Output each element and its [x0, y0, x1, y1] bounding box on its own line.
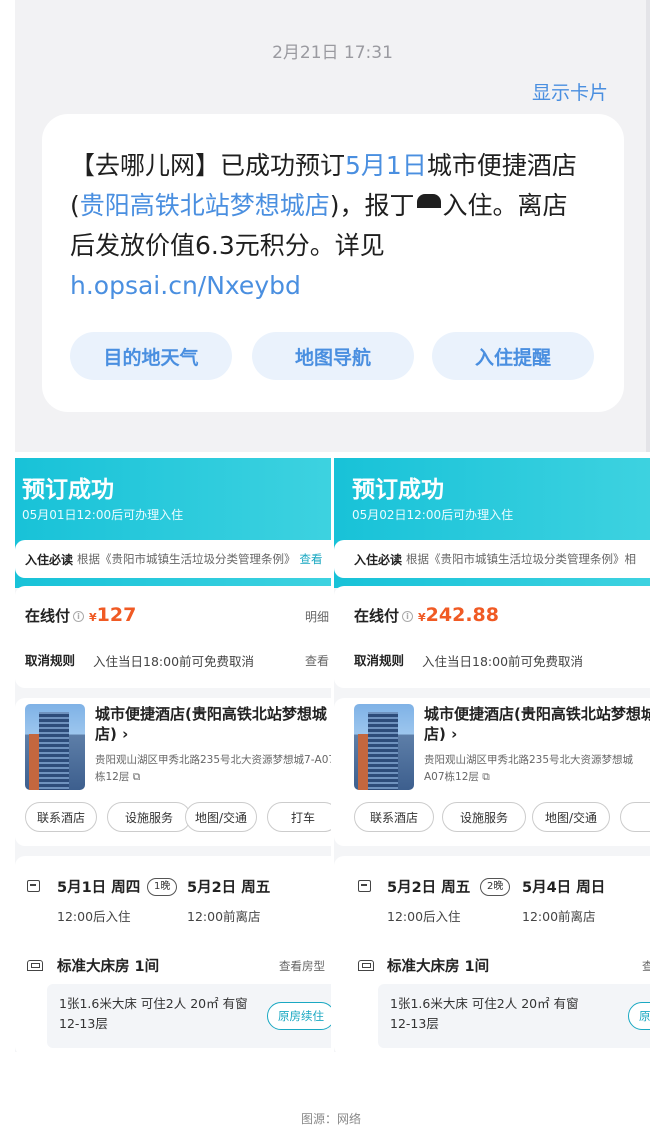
hotel-photo[interactable]	[25, 704, 85, 790]
scrollbar	[646, 0, 650, 452]
room-type: 标准大床房 1间	[387, 959, 490, 975]
pay-amount: 127	[96, 604, 137, 626]
renew-button[interactable]: 原房续住	[267, 1002, 331, 1030]
calendar-icon	[358, 880, 371, 892]
bed-icon	[358, 960, 374, 971]
must-read-label: 入住必读	[354, 552, 403, 567]
booking-panel-right: 预订成功 05月02日12:00后可办理入住 入住必读 根据《贵阳市城镇生活垃圾…	[334, 458, 650, 1052]
map-nav-chip[interactable]: 地图导航	[252, 332, 414, 380]
map-traffic-button[interactable]: 地图/交通	[532, 802, 610, 832]
must-read-label: 入住必读	[25, 552, 74, 567]
hotel-card: 城市便捷酒店(贵阳高铁北站梦想城店) › 贵阳观山湖区甲秀北路235号北大资源梦…	[334, 698, 650, 846]
checkin-date: 5月1日 周四	[57, 880, 141, 896]
show-card-link[interactable]: 显示卡片	[532, 78, 608, 105]
must-read-bar[interactable]: 入住必读 根据《贵阳市城镇生活垃圾分类管理条例》相	[334, 540, 650, 578]
must-read-text: 根据《贵阳市城镇生活垃圾分类管理条例》相	[406, 552, 637, 566]
payment-row: 在线付 i ¥242.88	[354, 604, 499, 626]
payment-card: 在线付 i ¥127 明细 取消规则 入住当日18:00前可免费取消 查看	[15, 586, 331, 688]
cancel-rule-text: 入住当日18:00前可免费取消	[422, 654, 584, 669]
pay-detail-link[interactable]: 明细	[305, 608, 329, 625]
booking-panel-left: 预订成功 05月01日12:00后可办理入住 入住必读 根据《贵阳市城镇生活垃圾…	[15, 458, 331, 1052]
url-link[interactable]: h.opsai.cn/Nxeybd	[70, 266, 590, 306]
must-read-text: 根据《贵阳市城镇生活垃圾分类管理条例》	[77, 552, 296, 566]
cancel-rule-text: 入住当日18:00前可免费取消	[93, 654, 255, 669]
page-title: 预订成功	[22, 477, 114, 503]
chevron-right-icon: ›	[451, 725, 458, 743]
sms-screenshot: 2月21日 17:31 显示卡片 【去哪儿网】已成功预订5月1日城市便捷酒店(贵…	[15, 0, 650, 452]
map-traffic-button[interactable]: 地图/交通	[185, 802, 257, 832]
message-part: )，报丁	[329, 191, 415, 220]
bed-icon	[27, 960, 43, 971]
nights-badge: 2晚	[480, 878, 511, 896]
cancel-rule-link[interactable]: 查看	[305, 652, 329, 669]
message-text: 【去哪儿网】已成功预订5月1日城市便捷酒店(贵阳高铁北站梦想城店)，报丁 入住。离…	[70, 146, 590, 306]
image-caption: 图源：网络	[300, 1112, 361, 1126]
pay-amount: 242.88	[425, 604, 499, 626]
info-icon[interactable]: i	[402, 611, 414, 622]
hotel-address: 贵阳观山湖区甲秀北路235号北大资源梦想城7-A07栋12层 ⧉	[95, 752, 331, 786]
taxi-button[interactable]: 打车	[267, 802, 331, 832]
checkin-notice: 05月02日12:00后可办理入住	[352, 508, 514, 522]
currency-symbol: ¥	[418, 611, 426, 624]
hotel-card: 城市便捷酒店(贵阳高铁北站梦想城店) › 贵阳观山湖区甲秀北路235号北大资源梦…	[15, 698, 331, 846]
room-detail-box: 1张1.6米大床 可住2人 20㎡ 有窗 12-13层 原房续住	[47, 984, 331, 1048]
facilities-button[interactable]: 设施服务	[107, 802, 191, 832]
cancel-rule-label: 取消规则	[354, 653, 405, 668]
checkout-time: 12:00前离店	[522, 909, 596, 924]
checkin-time: 12:00后入住	[57, 909, 131, 924]
hotel-address: 贵阳观山湖区甲秀北路235号北大资源梦想城A07栋12层 ⧉	[424, 752, 650, 786]
view-room-link[interactable]: 查看房型	[279, 958, 325, 974]
hotel-photo[interactable]	[354, 704, 414, 790]
calendar-icon	[27, 880, 40, 892]
hotel-name[interactable]: 城市便捷酒店(贵阳高铁北站梦想城店) ›	[95, 704, 331, 744]
checkin-date: 5月2日 周五	[387, 880, 471, 896]
checkin-time: 12:00后入住	[387, 909, 461, 924]
view-room-link[interactable]: 查	[642, 958, 650, 974]
must-read-bar[interactable]: 入住必读 根据《贵阳市城镇生活垃圾分类管理条例》 查看	[15, 540, 331, 578]
checkout-date: 5月2日 周五	[187, 880, 271, 896]
pay-label: 在线付	[354, 607, 400, 625]
info-icon[interactable]: i	[73, 611, 85, 622]
stay-card: 5月2日 周五 2晚 5月4日 周日 12:00后入住 12:00前离店 标准大…	[334, 856, 650, 1052]
sms-timestamp: 2月21日 17:31	[272, 43, 393, 63]
stay-card: 5月1日 周四 1晚 5月2日 周五 12:00后入住 12:00前离店 标准大…	[15, 856, 331, 1052]
nights-badge: 1晚	[147, 878, 178, 896]
message-part: 【去哪儿网】已成功预订	[70, 151, 346, 180]
copy-icon[interactable]: ⧉	[129, 771, 141, 783]
contact-hotel-button[interactable]: 联系酒店	[354, 802, 434, 832]
checkout-time: 12:00前离店	[187, 909, 261, 924]
checkin-notice: 05月01日12:00后可办理入住	[22, 508, 184, 522]
copy-icon[interactable]: ⧉	[479, 771, 490, 783]
currency-symbol: ¥	[89, 611, 97, 624]
redaction-mark	[416, 194, 441, 208]
contact-hotel-button[interactable]: 联系酒店	[25, 802, 97, 832]
hotel-name[interactable]: 城市便捷酒店(贵阳高铁北站梦想城店) ›	[424, 704, 650, 744]
weather-chip[interactable]: 目的地天气	[70, 332, 232, 380]
payment-row: 在线付 i ¥127	[25, 604, 136, 626]
room-detail-text: 1张1.6米大床 可住2人 20㎡ 有窗 12-13层	[390, 996, 579, 1031]
room-detail-text: 1张1.6米大床 可住2人 20㎡ 有窗 12-13层	[59, 996, 248, 1031]
hotel-name-text: 城市便捷酒店(贵阳高铁北站梦想城店)	[424, 705, 650, 743]
message-bubble: 【去哪儿网】已成功预订5月1日城市便捷酒店(贵阳高铁北站梦想城店)，报丁 入住。离…	[42, 114, 624, 412]
hotel-address-text: 贵阳观山湖区甲秀北路235号北大资源梦想城A07栋12层	[424, 754, 634, 783]
hotel-name-text: 城市便捷酒店(贵阳高铁北站梦想城店)	[95, 705, 327, 743]
checkout-date: 5月4日 周日	[522, 880, 606, 896]
date-link[interactable]: 5月1日	[345, 151, 427, 180]
cancel-rule-label: 取消规则	[25, 653, 76, 668]
room-type: 标准大床房 1间	[57, 959, 160, 975]
must-read-more-link[interactable]: 查看	[300, 551, 323, 567]
renew-button[interactable]: 原房续住	[628, 1002, 650, 1030]
page-title: 预订成功	[352, 477, 444, 503]
pay-label: 在线付	[25, 607, 71, 625]
taxi-button[interactable]	[620, 802, 650, 832]
hotel-link[interactable]: 贵阳高铁北站梦想城店	[80, 191, 330, 220]
checkin-reminder-chip[interactable]: 入住提醒	[432, 332, 594, 380]
facilities-button[interactable]: 设施服务	[442, 802, 526, 832]
room-detail-box: 1张1.6米大床 可住2人 20㎡ 有窗 12-13层 原房续住	[378, 984, 650, 1048]
payment-card: 在线付 i ¥242.88 取消规则 入住当日18:00前可免费取消	[334, 586, 650, 688]
chevron-right-icon: ›	[122, 725, 129, 743]
